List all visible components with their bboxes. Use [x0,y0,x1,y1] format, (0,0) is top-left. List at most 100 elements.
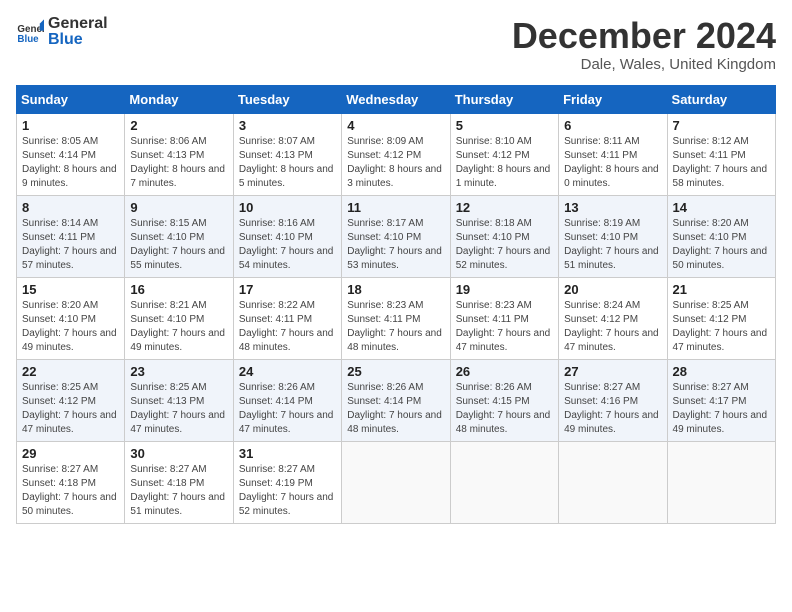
day-info: Sunrise: 8:14 AM Sunset: 4:11 PM Dayligh… [22,217,119,273]
day-info: Sunrise: 8:24 AM Sunset: 4:12 PM Dayligh… [564,299,661,355]
calendar-day-cell: 14Sunrise: 8:20 AM Sunset: 4:10 PM Dayli… [667,195,775,277]
day-info: Sunrise: 8:18 AM Sunset: 4:10 PM Dayligh… [456,217,553,273]
day-number: 6 [564,118,661,133]
day-number: 28 [673,364,770,379]
day-info: Sunrise: 8:26 AM Sunset: 4:14 PM Dayligh… [239,381,336,437]
day-info: Sunrise: 8:22 AM Sunset: 4:11 PM Dayligh… [239,299,336,355]
calendar-title: December 2024 [512,16,776,56]
day-info: Sunrise: 8:15 AM Sunset: 4:10 PM Dayligh… [130,217,227,273]
day-info: Sunrise: 8:25 AM Sunset: 4:12 PM Dayligh… [673,299,770,355]
day-number: 3 [239,118,336,133]
day-info: Sunrise: 8:23 AM Sunset: 4:11 PM Dayligh… [456,299,553,355]
weekday-header-row: SundayMondayTuesdayWednesdayThursdayFrid… [17,85,776,113]
day-info: Sunrise: 8:27 AM Sunset: 4:19 PM Dayligh… [239,463,336,519]
day-number: 16 [130,282,227,297]
empty-cell [450,441,558,523]
day-number: 20 [564,282,661,297]
calendar-day-cell: 23Sunrise: 8:25 AM Sunset: 4:13 PM Dayli… [125,359,233,441]
calendar-day-cell: 6 Sunrise: 8:11 AM Sunset: 4:11 PM Daylig… [559,113,667,195]
calendar-day-cell: 17 Sunrise: 8:22 AM Sunset: 4:11 PM Dayli… [233,277,341,359]
calendar-day-cell: 11Sunrise: 8:17 AM Sunset: 4:10 PM Dayli… [342,195,450,277]
day-number: 26 [456,364,553,379]
day-number: 10 [239,200,336,215]
weekday-header-wednesday: Wednesday [342,85,450,113]
calendar-day-cell: 2 Sunrise: 8:06 AM Sunset: 4:13 PM Daylig… [125,113,233,195]
calendar-day-cell: 26 Sunrise: 8:26 AM Sunset: 4:15 PM Dayli… [450,359,558,441]
calendar-day-cell: 7 Sunrise: 8:12 AM Sunset: 4:11 PM Daylig… [667,113,775,195]
calendar-day-cell: 31 Sunrise: 8:27 AM Sunset: 4:19 PM Dayli… [233,441,341,523]
day-info: Sunrise: 8:20 AM Sunset: 4:10 PM Dayligh… [22,299,119,355]
calendar-day-cell: 18 Sunrise: 8:23 AM Sunset: 4:11 PM Dayli… [342,277,450,359]
calendar-day-cell: 9Sunrise: 8:15 AM Sunset: 4:10 PM Daylig… [125,195,233,277]
day-info: Sunrise: 8:27 AM Sunset: 4:18 PM Dayligh… [22,463,119,519]
day-info: Sunrise: 8:10 AM Sunset: 4:12 PM Dayligh… [456,135,553,191]
day-number: 2 [130,118,227,133]
calendar-day-cell: 15 Sunrise: 8:20 AM Sunset: 4:10 PM Dayli… [17,277,125,359]
calendar-day-cell: 20 Sunrise: 8:24 AM Sunset: 4:12 PM Dayli… [559,277,667,359]
day-info: Sunrise: 8:07 AM Sunset: 4:13 PM Dayligh… [239,135,336,191]
day-info: Sunrise: 8:25 AM Sunset: 4:13 PM Dayligh… [130,381,227,437]
calendar-subtitle: Dale, Wales, United Kingdom [512,56,776,73]
calendar-day-cell: 19Sunrise: 8:23 AM Sunset: 4:11 PM Dayli… [450,277,558,359]
weekday-header-friday: Friday [559,85,667,113]
logo: General Blue General Blue [16,16,108,48]
day-number: 31 [239,446,336,461]
calendar-day-cell: 28 Sunrise: 8:27 AM Sunset: 4:17 PM Dayli… [667,359,775,441]
calendar-day-cell: 3 Sunrise: 8:07 AM Sunset: 4:13 PM Daylig… [233,113,341,195]
calendar-day-cell: 30Sunrise: 8:27 AM Sunset: 4:18 PM Dayli… [125,441,233,523]
calendar-day-cell: 8 Sunrise: 8:14 AM Sunset: 4:11 PM Daylig… [17,195,125,277]
day-info: Sunrise: 8:05 AM Sunset: 4:14 PM Dayligh… [22,135,119,191]
calendar-day-cell: 21Sunrise: 8:25 AM Sunset: 4:12 PM Dayli… [667,277,775,359]
day-number: 30 [130,446,227,461]
day-number: 18 [347,282,444,297]
day-number: 13 [564,200,661,215]
weekday-header-tuesday: Tuesday [233,85,341,113]
day-info: Sunrise: 8:06 AM Sunset: 4:13 PM Dayligh… [130,135,227,191]
calendar-day-cell: 16 Sunrise: 8:21 AM Sunset: 4:10 PM Dayli… [125,277,233,359]
day-info: Sunrise: 8:12 AM Sunset: 4:11 PM Dayligh… [673,135,770,191]
day-number: 5 [456,118,553,133]
calendar-week-row: 29 Sunrise: 8:27 AM Sunset: 4:18 PM Dayli… [17,441,776,523]
day-info: Sunrise: 8:11 AM Sunset: 4:11 PM Dayligh… [564,135,661,191]
day-info: Sunrise: 8:09 AM Sunset: 4:12 PM Dayligh… [347,135,444,191]
day-number: 29 [22,446,119,461]
logo-general: General [48,16,108,32]
day-number: 27 [564,364,661,379]
day-number: 8 [22,200,119,215]
calendar-day-cell: 10 Sunrise: 8:16 AM Sunset: 4:10 PM Dayli… [233,195,341,277]
calendar-week-row: 15 Sunrise: 8:20 AM Sunset: 4:10 PM Dayli… [17,277,776,359]
day-info: Sunrise: 8:20 AM Sunset: 4:10 PM Dayligh… [673,217,770,273]
empty-cell [342,441,450,523]
calendar-day-cell: 13Sunrise: 8:19 AM Sunset: 4:10 PM Dayli… [559,195,667,277]
day-number: 12 [456,200,553,215]
empty-cell [667,441,775,523]
day-number: 24 [239,364,336,379]
page-header: General Blue General Blue December 2024 … [16,16,776,73]
calendar-day-cell: 22Sunrise: 8:25 AM Sunset: 4:12 PM Dayli… [17,359,125,441]
calendar-table: SundayMondayTuesdayWednesdayThursdayFrid… [16,85,776,524]
calendar-day-cell: 1 Sunrise: 8:05 AM Sunset: 4:14 PM Daylig… [17,113,125,195]
day-number: 7 [673,118,770,133]
weekday-header-monday: Monday [125,85,233,113]
day-number: 11 [347,200,444,215]
day-number: 4 [347,118,444,133]
day-number: 15 [22,282,119,297]
day-number: 22 [22,364,119,379]
day-info: Sunrise: 8:27 AM Sunset: 4:17 PM Dayligh… [673,381,770,437]
svg-text:Blue: Blue [17,34,39,45]
day-info: Sunrise: 8:23 AM Sunset: 4:11 PM Dayligh… [347,299,444,355]
calendar-day-cell: 24 Sunrise: 8:26 AM Sunset: 4:14 PM Dayli… [233,359,341,441]
weekday-header-thursday: Thursday [450,85,558,113]
calendar-day-cell: 29 Sunrise: 8:27 AM Sunset: 4:18 PM Dayli… [17,441,125,523]
calendar-day-cell: 5 Sunrise: 8:10 AM Sunset: 4:12 PM Daylig… [450,113,558,195]
calendar-day-cell: 25Sunrise: 8:26 AM Sunset: 4:14 PM Dayli… [342,359,450,441]
day-number: 17 [239,282,336,297]
day-info: Sunrise: 8:26 AM Sunset: 4:14 PM Dayligh… [347,381,444,437]
day-info: Sunrise: 8:21 AM Sunset: 4:10 PM Dayligh… [130,299,227,355]
calendar-week-row: 1 Sunrise: 8:05 AM Sunset: 4:14 PM Daylig… [17,113,776,195]
day-number: 1 [22,118,119,133]
day-info: Sunrise: 8:16 AM Sunset: 4:10 PM Dayligh… [239,217,336,273]
logo-icon: General Blue [16,18,44,46]
day-info: Sunrise: 8:26 AM Sunset: 4:15 PM Dayligh… [456,381,553,437]
day-info: Sunrise: 8:27 AM Sunset: 4:16 PM Dayligh… [564,381,661,437]
